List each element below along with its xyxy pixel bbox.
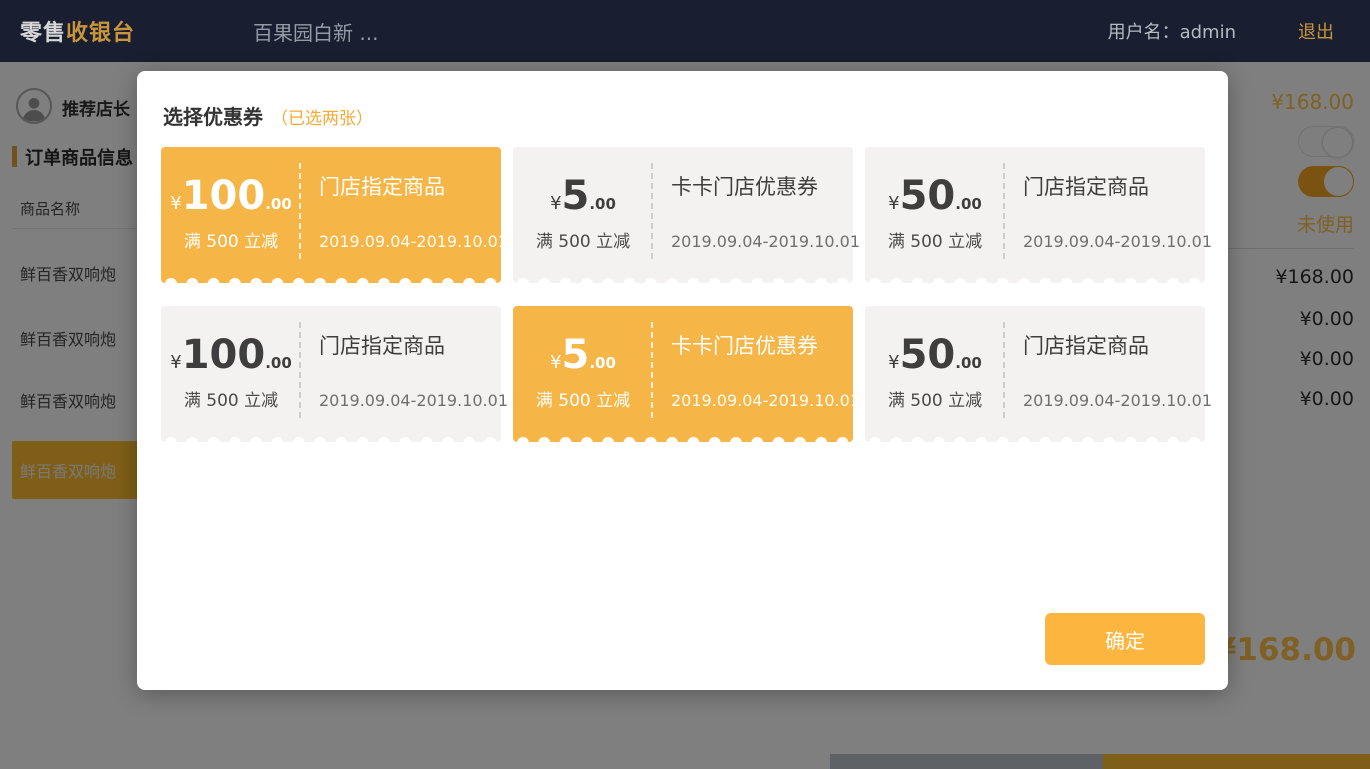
coupon-cents: .00 [589,195,616,213]
coupon-name: 门店指定商品 [1023,330,1197,360]
coupon-scallop-edge [865,275,1205,284]
coupon-currency: ¥ [550,193,561,214]
logout-button[interactable]: 退出 [1298,18,1334,44]
coupon-condition: 满 500 立减 [513,386,653,411]
confirm-button[interactable]: 确定 [1045,613,1205,665]
coupon-price: ¥100.00 [161,332,301,378]
coupon-date-range: 2019.09.04-2019.10.01 [671,232,845,251]
brand-primary: 零售 [20,21,66,46]
coupon-card[interactable]: ¥100.00 满 500 立减 门店指定商品 2019.09.04-2019.… [161,147,501,283]
coupon-right-block: 门店指定商品 2019.09.04-2019.10.01 [1023,306,1197,410]
selected-count-hint: （已选两张） [271,104,373,129]
coupon-cents: .00 [265,354,292,372]
coupon-divider [651,163,653,259]
coupon-divider [299,163,301,259]
coupon-name: 门店指定商品 [319,330,493,360]
coupon-left-block: ¥100.00 满 500 立减 [161,306,301,442]
coupon-left-block: ¥50.00 满 500 立减 [865,306,1005,442]
coupon-condition: 满 500 立减 [865,386,1005,411]
coupon-divider [651,322,653,418]
coupon-currency: ¥ [550,352,561,373]
top-navbar: 零售收银台 百果园白新 ... 用户名：admin 退出 [0,0,1370,62]
coupon-currency: ¥ [888,352,899,373]
coupon-left-block: ¥5.00 满 500 立减 [513,306,653,442]
coupon-divider [299,322,301,418]
coupon-price: ¥5.00 [513,173,653,219]
username-label: 用户名：admin [1108,18,1236,44]
coupon-grid: ¥100.00 满 500 立减 门店指定商品 2019.09.04-2019.… [161,147,1205,442]
coupon-right-block: 门店指定商品 2019.09.04-2019.10.01 [319,147,493,251]
coupon-amount: 5 [562,332,590,378]
coupon-scallop-edge [513,434,853,443]
user-label: 用户名： [1108,22,1180,43]
coupon-currency: ¥ [888,193,899,214]
coupon-date-range: 2019.09.04-2019.10.01 [1023,232,1197,251]
coupon-card[interactable]: ¥50.00 满 500 立减 门店指定商品 2019.09.04-2019.1… [865,306,1205,442]
coupon-cents: .00 [589,354,616,372]
coupon-card[interactable]: ¥5.00 满 500 立减 卡卡门店优惠券 2019.09.04-2019.1… [513,306,853,442]
coupon-name: 门店指定商品 [1023,171,1197,201]
coupon-scallop-edge [513,275,853,284]
coupon-amount: 50 [900,332,956,378]
coupon-condition: 满 500 立减 [865,227,1005,252]
coupon-condition: 满 500 立减 [161,227,301,252]
coupon-left-block: ¥5.00 满 500 立减 [513,147,653,283]
coupon-price: ¥5.00 [513,332,653,378]
coupon-left-block: ¥100.00 满 500 立减 [161,147,301,283]
coupon-cents: .00 [955,195,982,213]
coupon-scallop-edge [865,434,1205,443]
coupon-currency: ¥ [170,193,181,214]
coupon-amount: 100 [182,332,266,378]
coupon-right-block: 卡卡门店优惠券 2019.09.04-2019.10.01 [671,147,845,251]
coupon-dialog: 选择优惠券 （已选两张） ¥100.00 满 500 立减 门店指定商品 201… [137,71,1228,690]
coupon-divider [1003,322,1005,418]
brand-accent: 收银台 [66,21,135,46]
coupon-condition: 满 500 立减 [161,386,301,411]
coupon-divider [1003,163,1005,259]
dialog-title: 选择优惠券 [163,101,263,130]
username-value: admin [1180,22,1236,43]
coupon-date-range: 2019.09.04-2019.10.01 [1023,391,1197,410]
coupon-amount: 50 [900,173,956,219]
coupon-date-range: 2019.09.04-2019.10.01 [319,391,493,410]
pos-screen: 零售收银台 百果园白新 ... 用户名：admin 退出 推荐店长 订单商品信息… [0,0,1370,769]
coupon-amount: 100 [182,173,266,219]
coupon-right-block: 门店指定商品 2019.09.04-2019.10.01 [1023,147,1197,251]
coupon-condition: 满 500 立减 [513,227,653,252]
coupon-cents: .00 [955,354,982,372]
app-logo: 零售收银台 [20,15,135,47]
coupon-currency: ¥ [170,352,181,373]
coupon-right-block: 卡卡门店优惠券 2019.09.04-2019.10.01 [671,306,845,410]
coupon-name: 门店指定商品 [319,171,493,201]
coupon-left-block: ¥50.00 满 500 立减 [865,147,1005,283]
coupon-card[interactable]: ¥100.00 满 500 立减 门店指定商品 2019.09.04-2019.… [161,306,501,442]
coupon-cents: .00 [265,195,292,213]
coupon-date-range: 2019.09.04-2019.10.01 [319,232,493,251]
coupon-price: ¥50.00 [865,332,1005,378]
coupon-card[interactable]: ¥50.00 满 500 立减 门店指定商品 2019.09.04-2019.1… [865,147,1205,283]
coupon-amount: 5 [562,173,590,219]
coupon-card[interactable]: ¥5.00 满 500 立减 卡卡门店优惠券 2019.09.04-2019.1… [513,147,853,283]
coupon-name: 卡卡门店优惠券 [671,171,845,201]
coupon-price: ¥50.00 [865,173,1005,219]
coupon-date-range: 2019.09.04-2019.10.01 [671,391,845,410]
coupon-right-block: 门店指定商品 2019.09.04-2019.10.01 [319,306,493,410]
dialog-header: 选择优惠券 （已选两张） [163,101,373,130]
coupon-scallop-edge [161,275,501,284]
coupon-scallop-edge [161,434,501,443]
coupon-name: 卡卡门店优惠券 [671,330,845,360]
coupon-price: ¥100.00 [161,173,301,219]
store-name: 百果园白新 ... [253,17,378,46]
